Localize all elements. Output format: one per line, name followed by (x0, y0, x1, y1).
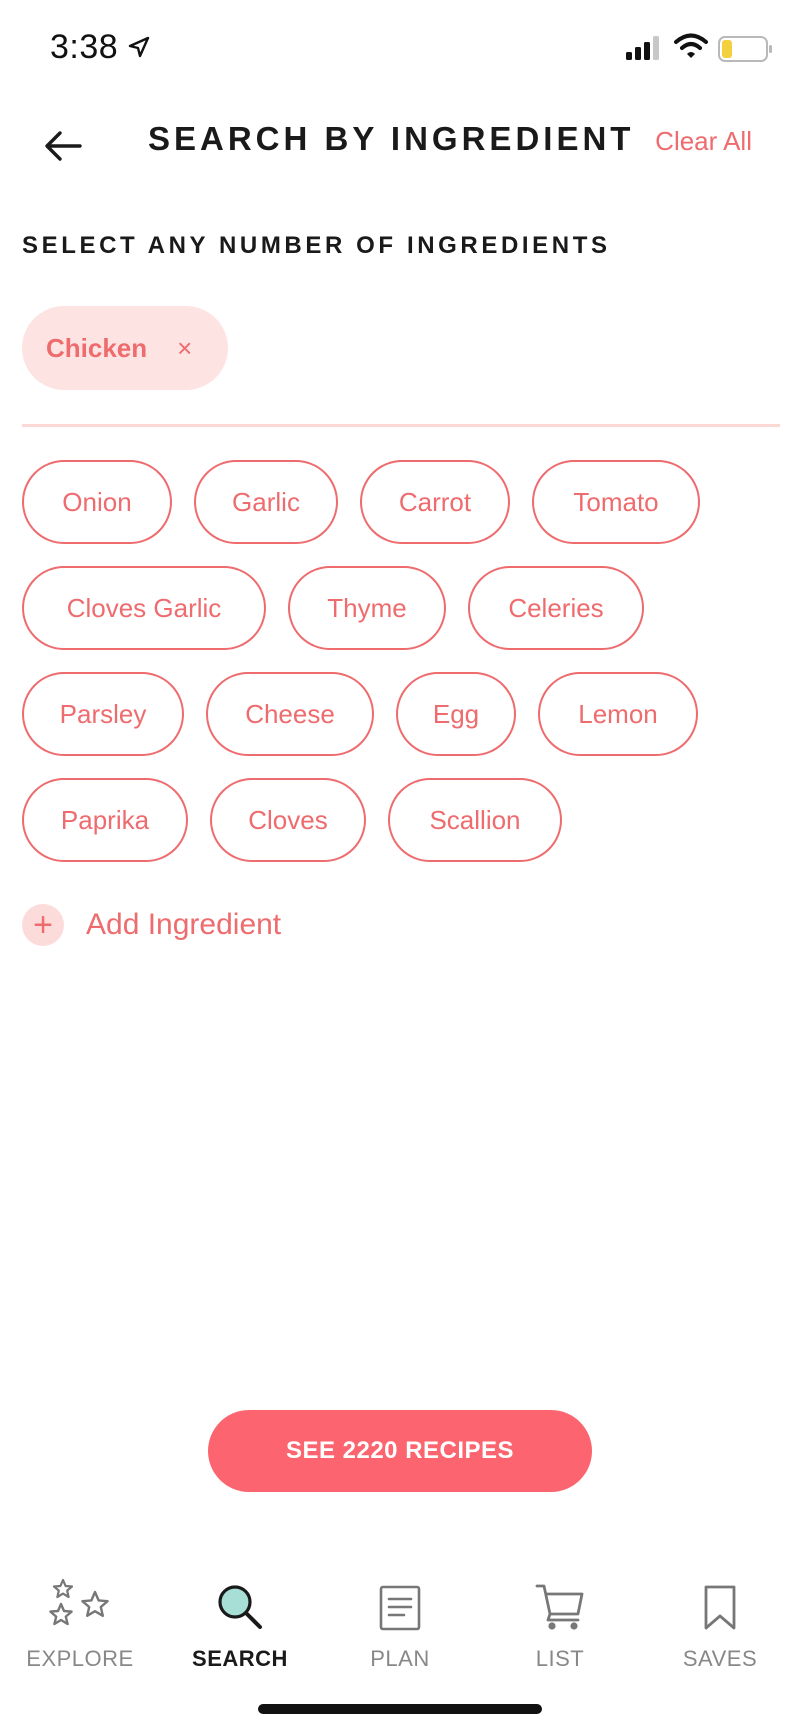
cellular-signal-icon (626, 36, 662, 65)
chip-thyme[interactable]: Thyme (288, 566, 446, 650)
location-arrow-icon (128, 36, 150, 63)
bookmark-icon (702, 1570, 738, 1632)
chip-cloves[interactable]: Cloves (210, 778, 366, 862)
tab-explore[interactable]: EXPLORE (0, 1570, 160, 1680)
cart-icon (534, 1570, 586, 1632)
chip-egg[interactable]: Egg (396, 672, 516, 756)
tab-list[interactable]: LIST (480, 1570, 640, 1680)
tab-saves[interactable]: SAVES (640, 1570, 800, 1680)
chip-garlic[interactable]: Garlic (194, 460, 338, 544)
chip-cloves-garlic[interactable]: Cloves Garlic (22, 566, 266, 650)
screen: 3:38 SEARCH BY INGREDIENT Clear All SELE… (0, 0, 800, 1732)
tab-label: LIST (535, 1646, 585, 1671)
chip-onion[interactable]: Onion (22, 460, 172, 544)
chip-lemon[interactable]: Lemon (538, 672, 698, 756)
see-recipes-button[interactable]: SEE 2220 RECIPES (208, 1410, 592, 1492)
tab-label: PLAN (370, 1646, 430, 1671)
chip-row: Cloves Garlic Thyme Celeries (22, 566, 782, 650)
battery-icon (718, 36, 774, 67)
magnifier-icon (215, 1570, 265, 1632)
chip-row: Parsley Cheese Egg Lemon (22, 672, 782, 756)
wifi-icon (674, 33, 708, 64)
document-icon (378, 1570, 422, 1632)
page-title: SEARCH BY INGREDIENT (148, 120, 635, 157)
chip-paprika[interactable]: Paprika (22, 778, 188, 862)
divider (22, 424, 780, 427)
clear-all-button[interactable]: Clear All (655, 126, 752, 157)
add-ingredient-button[interactable]: + Add Ingredient (22, 904, 281, 946)
chip-row: Onion Garlic Carrot Tomato (22, 460, 782, 544)
tab-label: EXPLORE (26, 1646, 134, 1671)
tab-search[interactable]: SEARCH (160, 1570, 320, 1680)
chip-celeries[interactable]: Celeries (468, 566, 644, 650)
chip-carrot[interactable]: Carrot (360, 460, 510, 544)
chip-row: Paprika Cloves Scallion (22, 778, 782, 862)
chip-scallion[interactable]: Scallion (388, 778, 562, 862)
close-icon[interactable]: × (177, 333, 192, 364)
selected-chip-label: Chicken (46, 332, 148, 363)
chip-parsley[interactable]: Parsley (22, 672, 184, 756)
add-ingredient-label: Add Ingredient (86, 908, 282, 941)
chip-tomato[interactable]: Tomato (532, 460, 700, 544)
selected-chip-chicken[interactable]: Chicken × (22, 306, 229, 390)
header: SEARCH BY INGREDIENT Clear All (0, 100, 800, 190)
selected-ingredients: Chicken × (22, 306, 782, 396)
ingredient-suggestions: Onion Garlic Carrot Tomato Cloves Garlic… (22, 460, 782, 884)
chip-cheese[interactable]: Cheese (206, 672, 374, 756)
section-label: SELECT ANY NUMBER OF INGREDIENTS (22, 232, 611, 259)
back-arrow-icon (45, 131, 82, 161)
tab-label: SEARCH (192, 1646, 288, 1671)
home-indicator[interactable] (258, 1704, 542, 1714)
status-bar: 3:38 (0, 0, 800, 100)
status-time: 3:38 (50, 28, 119, 66)
tab-bar: EXPLORE SEARCH PLAN LIST SAVES (0, 1570, 800, 1700)
stars-icon (45, 1570, 115, 1632)
plus-icon: + (22, 904, 64, 946)
tab-label: SAVES (682, 1646, 758, 1671)
tab-plan[interactable]: PLAN (320, 1570, 480, 1680)
back-button[interactable] (40, 122, 88, 170)
